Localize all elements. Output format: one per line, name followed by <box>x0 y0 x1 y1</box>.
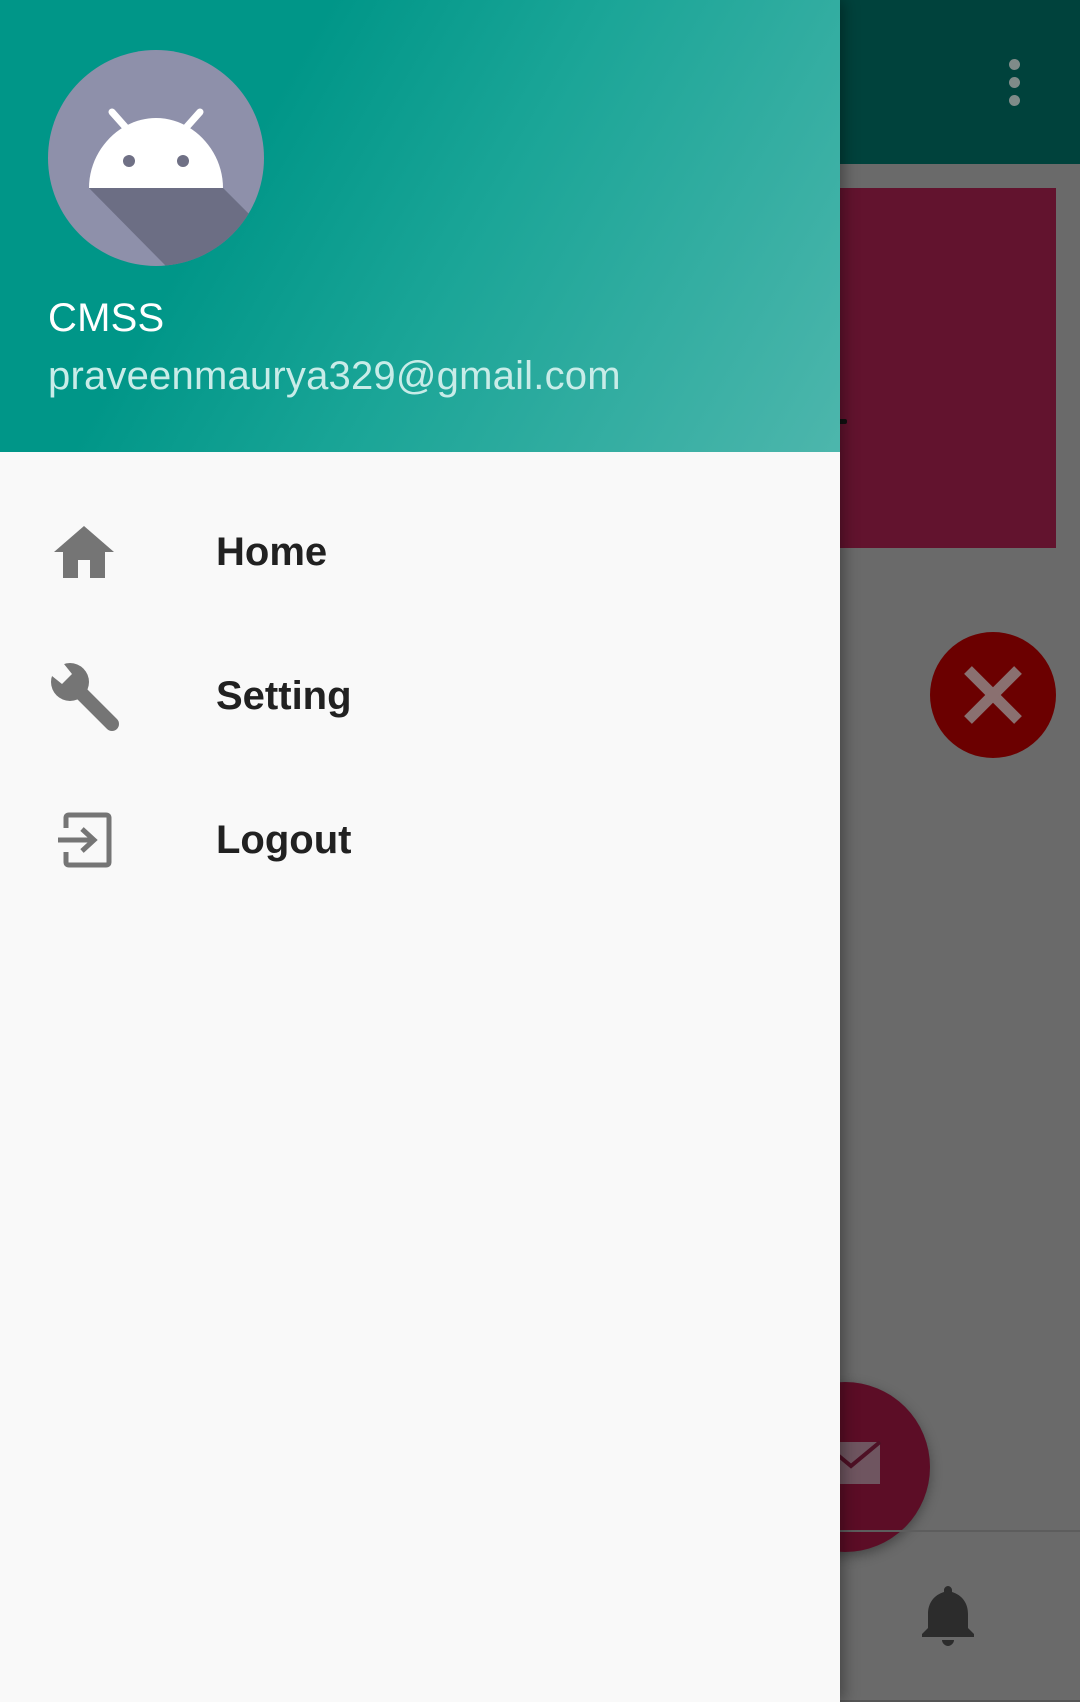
user-name: CMSS <box>48 296 165 340</box>
bottom-divider <box>840 1530 1080 1532</box>
close-button[interactable] <box>930 632 1056 758</box>
menu-label: Home <box>216 529 328 574</box>
exit-icon <box>48 804 120 876</box>
navigation-drawer: CMSS praveenmaurya329@gmail.com Home Set… <box>0 0 840 1702</box>
android-icon <box>89 108 264 266</box>
menu-item-logout[interactable]: Logout <box>0 768 840 912</box>
menu-item-setting[interactable]: Setting <box>0 624 840 768</box>
content-card <box>840 188 1056 548</box>
more-vert-icon[interactable] <box>988 50 1040 114</box>
home-icon <box>48 516 120 588</box>
drawer-menu: Home Setting Logout <box>0 480 840 912</box>
user-email: praveenmaurya329@gmail.com <box>48 354 621 398</box>
avatar[interactable] <box>48 50 264 266</box>
menu-item-home[interactable]: Home <box>0 480 840 624</box>
drawer-header: CMSS praveenmaurya329@gmail.com <box>0 0 840 452</box>
menu-label: Logout <box>216 817 352 862</box>
menu-label: Setting <box>216 673 352 718</box>
wrench-icon <box>48 660 120 732</box>
close-icon <box>964 666 1022 724</box>
bell-icon[interactable] <box>918 1582 978 1646</box>
